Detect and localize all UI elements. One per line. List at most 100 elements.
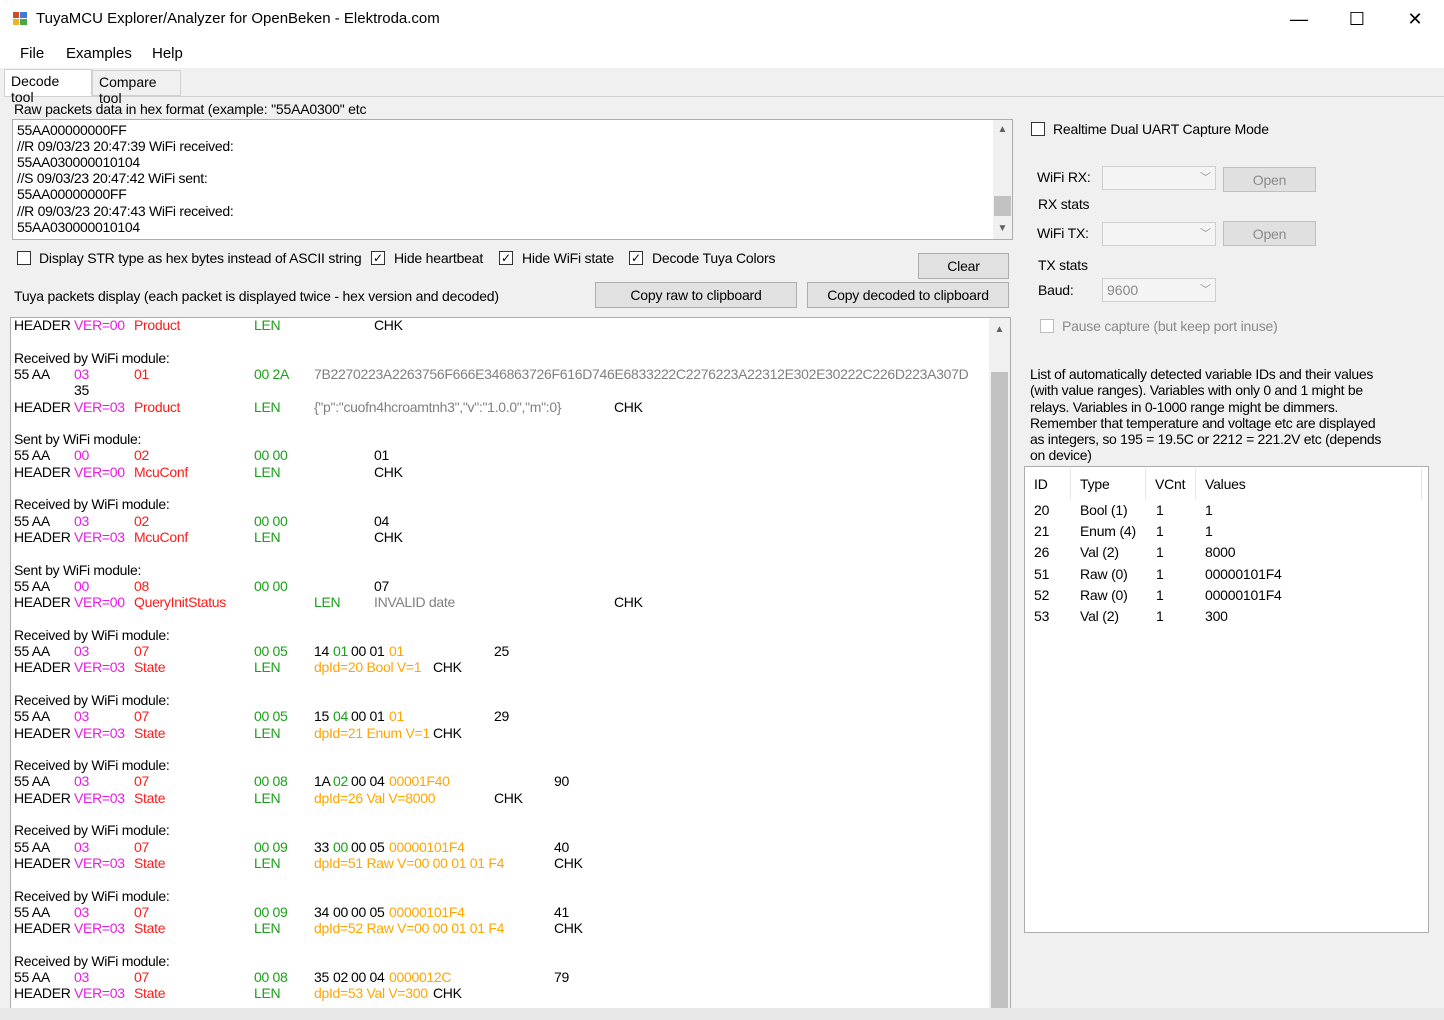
packet-segment: 55 AA: [14, 708, 50, 724]
scroll-thumb[interactable]: [991, 372, 1008, 1009]
copy-decoded-button[interactable]: Copy decoded to clipboard: [807, 282, 1009, 308]
open-tx-button[interactable]: Open: [1223, 221, 1316, 246]
tab-compare-tool[interactable]: Compare tool: [92, 70, 181, 106]
packet-segment: HEADER: [14, 855, 71, 871]
packet-segment: 33: [314, 839, 329, 855]
open-rx-button[interactable]: Open: [1223, 167, 1316, 192]
packet-segment: LEN: [314, 594, 341, 610]
packet-segment: 00 05: [254, 708, 288, 724]
packet-segment: HEADER: [14, 920, 71, 936]
packet-segment: 90: [554, 773, 569, 789]
wifi-rx-select[interactable]: ﹀: [1102, 166, 1216, 190]
copy-raw-button[interactable]: Copy raw to clipboard: [595, 282, 797, 308]
column-header-type[interactable]: Type: [1080, 476, 1110, 492]
packet-segment: 01: [374, 447, 389, 463]
packet-segment: 01: [134, 366, 149, 382]
packet-segment: 40: [554, 839, 569, 855]
wifi-tx-select[interactable]: ﹀: [1102, 222, 1216, 246]
display-str-hex-checkbox[interactable]: [17, 251, 31, 265]
packet-segment: HEADER: [14, 985, 71, 1001]
pause-capture-checkbox[interactable]: [1040, 319, 1054, 333]
packets-display-label: Tuya packets display (each packet is dis…: [14, 288, 499, 304]
check-icon: ✓: [372, 251, 384, 265]
description-line: (with value ranges). Variables with only…: [1030, 382, 1363, 399]
packet-segment: LEN: [254, 529, 281, 545]
hide-wifi-state-checkbox[interactable]: ✓: [499, 251, 513, 265]
packet-segment: HEADER: [14, 594, 71, 610]
packet-segment: CHK: [374, 317, 403, 333]
packet-segment: 00: [74, 578, 89, 594]
close-button[interactable]: ✕: [1386, 0, 1444, 38]
packet-segment: CHK: [494, 790, 523, 806]
packet-segment: 00 04: [351, 969, 385, 985]
column-header-vcnt[interactable]: VCnt: [1155, 476, 1186, 492]
packet-segment: Received by WiFi module:: [14, 822, 170, 838]
description-line: Remember that temperature and voltage et…: [1030, 414, 1376, 431]
cell-id[interactable]: 26: [1034, 544, 1049, 560]
hide-heartbeat-checkbox[interactable]: ✓: [371, 251, 385, 265]
clear-button[interactable]: Clear: [918, 253, 1009, 279]
packet-segment: LEN: [254, 985, 281, 1001]
baud-value: 9600: [1107, 282, 1139, 298]
packet-segment: HEADER: [14, 399, 71, 415]
cell-type: Val (2): [1080, 544, 1119, 561]
packet-segment: 04: [333, 708, 348, 724]
column-header-values[interactable]: Values: [1205, 476, 1246, 492]
cell-id[interactable]: 21: [1034, 523, 1049, 539]
decode-colors-label: Decode Tuya Colors: [652, 250, 776, 266]
scroll-thumb[interactable]: [994, 196, 1011, 216]
menu-help[interactable]: Help: [152, 45, 183, 62]
packet-segment: 35: [74, 382, 89, 398]
minimize-button[interactable]: —: [1270, 0, 1328, 38]
cell-id[interactable]: 53: [1034, 608, 1049, 624]
cell-id[interactable]: 20: [1034, 502, 1049, 518]
variables-description: List of automatically detected variable …: [1030, 366, 1430, 464]
raw-packets-label: Raw packets data in hex format (example:…: [14, 101, 367, 117]
packet-segment: 55 AA: [14, 447, 50, 463]
packet-segment: CHK: [433, 659, 462, 675]
column-divider: [1070, 469, 1071, 499]
packet-segment: Received by WiFi module:: [14, 953, 170, 969]
packet-segment: Received by WiFi module:: [14, 627, 170, 643]
packet-segment: 00 08: [254, 773, 288, 789]
packet-segment: 02: [333, 773, 348, 789]
packet-segment: 55 AA: [14, 366, 50, 382]
packet-segment: Received by WiFi module:: [14, 496, 170, 512]
packets-scrollbar[interactable]: ▲: [989, 318, 1010, 1009]
packet-segment: 00 00: [254, 578, 288, 594]
tab-decode-tool[interactable]: Decode tool: [4, 69, 92, 105]
packet-segment: 55 AA: [14, 773, 50, 789]
menu-examples[interactable]: Examples: [66, 45, 132, 62]
scroll-up-icon[interactable]: ▲: [994, 121, 1011, 138]
packet-segment: 07: [134, 773, 149, 789]
raw-packets-textarea[interactable]: 55AA00000000FF //R 09/03/23 20:47:39 WiF…: [12, 119, 1013, 240]
cell-values: 300: [1205, 608, 1228, 624]
realtime-uart-checkbox[interactable]: [1031, 122, 1045, 136]
packet-segment: 00 09: [254, 904, 288, 920]
cell-values: 00000101F4: [1205, 586, 1282, 603]
packet-segment: VER=03: [74, 985, 125, 1001]
scroll-down-icon[interactable]: ▼: [994, 220, 1011, 237]
baud-select[interactable]: 9600 ﹀: [1102, 278, 1216, 302]
packet-segment: State: [134, 920, 166, 936]
column-header-id[interactable]: ID: [1034, 476, 1048, 492]
packet-segment: HEADER: [14, 317, 71, 333]
packet-segment: State: [134, 790, 166, 806]
wifi-tx-label: WiFi TX:: [1037, 225, 1089, 241]
packet-segment: 00: [333, 904, 348, 920]
maximize-button[interactable]: ☐: [1328, 0, 1386, 38]
decode-colors-checkbox[interactable]: ✓: [629, 251, 643, 265]
menu-file[interactable]: File: [20, 45, 44, 62]
scroll-up-icon[interactable]: ▲: [991, 321, 1008, 338]
cell-id[interactable]: 51: [1034, 566, 1049, 582]
hide-heartbeat-label: Hide heartbeat: [394, 250, 484, 266]
packet-segment: LEN: [254, 399, 281, 415]
packet-segment: VER=03: [74, 725, 125, 741]
packets-display[interactable]: HEADER VER=00 Product LEN CHK Received by WiF…: [10, 317, 1011, 1010]
raw-scrollbar[interactable]: ▲ ▼: [993, 120, 1012, 239]
minimize-icon: —: [1290, 8, 1308, 29]
variables-listview[interactable]: ID Type VCnt Values 20 Bool (1) 1 1 21 Enum (…: [1024, 466, 1429, 933]
check-icon: ✓: [630, 251, 642, 265]
cell-type: Raw (0): [1080, 586, 1128, 603]
cell-id[interactable]: 52: [1034, 587, 1049, 603]
